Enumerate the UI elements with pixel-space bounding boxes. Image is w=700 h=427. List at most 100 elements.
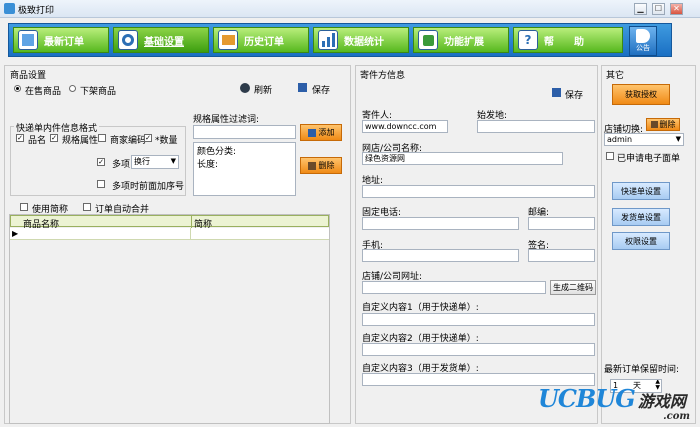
refresh-label: 刷新 bbox=[254, 86, 273, 96]
keep-time-label: 最新订单保留时间: bbox=[604, 365, 680, 375]
code-checkbox-label: 商家编码 bbox=[110, 136, 147, 146]
main-toolbar: 最新订单 基础设置 历史订单 数据统计 功能扩展 ? 帮 助 公告 bbox=[8, 23, 672, 57]
on-sale-radio[interactable] bbox=[14, 85, 21, 92]
bar-chart-icon bbox=[318, 30, 338, 50]
filter-add-button[interactable]: 添加 bbox=[300, 124, 342, 141]
app-icon bbox=[4, 3, 15, 14]
orders-icon bbox=[18, 30, 38, 50]
get-auth-button[interactable]: 获取授权 bbox=[612, 84, 670, 105]
express-settings-button[interactable]: 快递单设置 bbox=[612, 182, 670, 200]
nav-label: 功能扩展 bbox=[444, 36, 484, 48]
filter-title: 规格属性过滤词: bbox=[193, 115, 260, 125]
shop-select-value: admin bbox=[607, 135, 633, 144]
row-divider bbox=[190, 228, 191, 240]
seq-checkbox[interactable] bbox=[97, 180, 105, 188]
filter-list-item[interactable]: 长度: bbox=[197, 157, 292, 170]
refresh-button[interactable]: 刷新 bbox=[240, 82, 276, 96]
custom2-input[interactable] bbox=[362, 343, 595, 356]
spec-checkbox[interactable]: ✓ bbox=[50, 134, 58, 142]
history-icon bbox=[218, 30, 238, 50]
add-icon bbox=[307, 128, 316, 137]
nav-statistics[interactable]: 数据统计 bbox=[313, 27, 409, 53]
e-waybill-label: 已申请电子面单 bbox=[617, 154, 681, 164]
save-icon bbox=[298, 83, 307, 92]
qty-checkbox[interactable]: ✓ bbox=[144, 134, 152, 142]
sign-input[interactable] bbox=[528, 249, 595, 262]
url-input[interactable] bbox=[362, 281, 546, 294]
nav-latest-orders[interactable]: 最新订单 bbox=[13, 27, 109, 53]
watermark-text: 游戏网 bbox=[637, 392, 686, 411]
address-input[interactable] bbox=[362, 185, 595, 198]
announcement-button[interactable]: 公告 bbox=[629, 26, 657, 56]
nav-label: 最新订单 bbox=[44, 36, 84, 48]
title-bar: 极致打印 ▁ ☐ ✕ bbox=[0, 0, 700, 18]
multi-select[interactable]: 换行 ▼ bbox=[131, 155, 179, 169]
row-pointer-icon: ▶ bbox=[12, 229, 19, 238]
mobile-input[interactable] bbox=[362, 249, 519, 262]
table-header-row: 商品名称 简称 bbox=[10, 215, 329, 230]
minimize-button[interactable]: ▁ bbox=[634, 3, 647, 15]
shop-input[interactable]: 绿色资源网 bbox=[362, 152, 563, 165]
nav-history-orders[interactable]: 历史订单 bbox=[213, 27, 309, 53]
auto-merge-checkbox[interactable] bbox=[83, 203, 91, 211]
announcement-label: 公告 bbox=[636, 44, 650, 52]
nav-basic-settings[interactable]: 基础设置 bbox=[113, 27, 209, 53]
on-sale-label: 在售商品 bbox=[25, 87, 62, 97]
shop-select[interactable]: admin ▼ bbox=[604, 133, 684, 146]
goods-section-title: 商品设置 bbox=[10, 71, 47, 81]
delete-icon bbox=[650, 121, 658, 128]
permission-settings-button[interactable]: 权限设置 bbox=[612, 232, 670, 250]
goods-save-button[interactable]: 保存 bbox=[298, 82, 334, 96]
zip-input[interactable] bbox=[528, 217, 595, 230]
delete-icon bbox=[307, 161, 316, 170]
filter-list[interactable]: 颜色分类: 长度: bbox=[193, 142, 296, 196]
close-button[interactable]: ✕ bbox=[670, 3, 683, 15]
off-sale-radio[interactable] bbox=[69, 85, 76, 92]
delete-label: 删除 bbox=[659, 120, 676, 129]
phone-input[interactable] bbox=[362, 217, 519, 230]
watermark-brand: UCBUG bbox=[538, 384, 636, 413]
other-section-title: 其它 bbox=[606, 71, 625, 81]
table-row[interactable]: ▶ bbox=[10, 228, 329, 240]
use-abbr-checkbox[interactable] bbox=[20, 203, 28, 211]
filter-list-item[interactable]: 颜色分类: bbox=[197, 144, 292, 157]
multi-checkbox[interactable]: ✓ bbox=[97, 158, 105, 166]
chevron-down-icon: ▼ bbox=[170, 157, 176, 165]
qr-code-button[interactable]: 生成二维码 bbox=[550, 280, 596, 295]
multi-select-value: 换行 bbox=[134, 157, 150, 166]
shop-delete-button[interactable]: 删除 bbox=[646, 118, 680, 131]
nav-label: 帮 助 bbox=[544, 36, 584, 48]
invoice-settings-button[interactable]: 发货单设置 bbox=[612, 208, 670, 226]
multi-label: 多项 bbox=[112, 160, 131, 170]
filter-delete-button[interactable]: 删除 bbox=[300, 157, 342, 174]
filter-input[interactable] bbox=[193, 125, 296, 139]
nav-extensions[interactable]: 功能扩展 bbox=[413, 27, 509, 53]
name-checkbox[interactable]: ✓ bbox=[16, 134, 24, 142]
custom1-input[interactable] bbox=[362, 313, 595, 326]
qty-checkbox-label: *数量 bbox=[155, 136, 178, 146]
window-title: 极致打印 bbox=[18, 6, 55, 16]
chevron-down-icon: ▼ bbox=[675, 135, 681, 143]
refresh-icon bbox=[240, 83, 250, 93]
save-icon bbox=[552, 88, 561, 97]
sender-save-button[interactable]: 保存 bbox=[552, 87, 592, 101]
origin-input[interactable] bbox=[477, 120, 595, 133]
nav-label: 历史订单 bbox=[244, 36, 284, 48]
table-header-divider bbox=[191, 216, 192, 228]
help-icon: ? bbox=[518, 30, 538, 50]
code-checkbox[interactable] bbox=[98, 134, 106, 142]
off-sale-label: 下架商品 bbox=[80, 87, 117, 97]
extension-icon bbox=[418, 30, 438, 50]
nav-help[interactable]: ? 帮 助 bbox=[513, 27, 623, 53]
sender-input[interactable]: www.downcc.com bbox=[362, 120, 448, 133]
e-waybill-checkbox[interactable] bbox=[606, 152, 614, 160]
goods-table[interactable]: 商品名称 简称 ▶ bbox=[9, 214, 330, 424]
name-checkbox-label: 品名 bbox=[28, 136, 47, 146]
maximize-button[interactable]: ☐ bbox=[652, 3, 665, 15]
save-label: 保存 bbox=[565, 91, 584, 101]
spec-checkbox-label: 规格属性 bbox=[62, 136, 99, 146]
save-label: 保存 bbox=[312, 86, 331, 96]
watermark-domain: .com bbox=[663, 411, 690, 422]
nav-label: 基础设置 bbox=[144, 36, 184, 48]
delete-label: 删除 bbox=[318, 161, 335, 170]
